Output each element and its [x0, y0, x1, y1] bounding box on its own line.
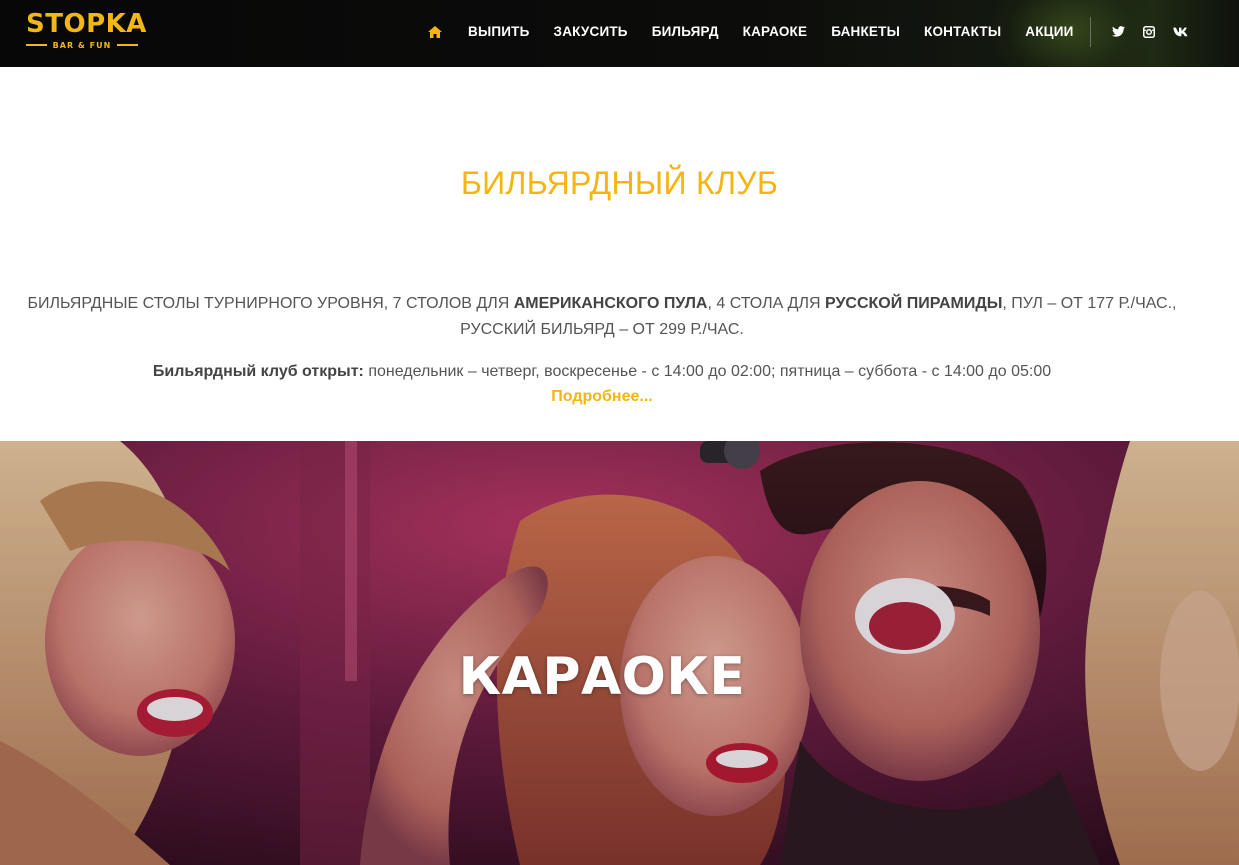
billiard-section: БИЛЬЯРДНЫЙ КЛУБ БИЛЬЯРДНЫЕ СТОЛЫ ТУРНИРН…	[0, 67, 1239, 441]
billiard-opening-hours: Бильярдный клуб открыт: понедельник – че…	[0, 363, 1204, 381]
description-highlight-russian-pyramid: РУССКОЙ ПИРАМИДЫ	[825, 295, 1003, 312]
instagram-icon	[1142, 25, 1155, 38]
hours-text: понедельник – четверг, воскресенье - с 1…	[363, 363, 1052, 380]
logo-line-right	[117, 44, 138, 46]
billiard-description: БИЛЬЯРДНЫЕ СТОЛЫ ТУРНИРНОГО УРОВНЯ, 7 СТ…	[20, 291, 1184, 343]
karaoke-section-title: КАРАОКЕ	[458, 647, 746, 707]
hours-label: Бильярдный клуб открыт:	[152, 363, 364, 380]
billiard-more-link[interactable]: Подробнее...	[0, 388, 1204, 406]
vk-icon	[1172, 27, 1187, 36]
nav-home[interactable]	[420, 25, 456, 38]
home-icon	[428, 25, 442, 38]
social-link-vk[interactable]	[1164, 27, 1198, 37]
site-header: STOPKA BAR & FUN ВЫПИТЬ ЗАКУСИТЬ БИЛЬЯРД…	[0, 0, 1239, 67]
nav-item-promos[interactable]: АКЦИИ	[1013, 24, 1085, 39]
nav-item-karaoke[interactable]: КАРАОКЕ	[731, 24, 820, 39]
nav-item-drink[interactable]: ВЫПИТЬ	[456, 24, 542, 39]
description-highlight-american-pool: АМЕРИКАНСКОГО ПУЛА	[513, 295, 708, 312]
logo-title: STOPKA	[26, 9, 147, 39]
karaoke-section: КАРАОКЕ	[0, 441, 1239, 865]
nav-item-billiard[interactable]: БИЛЬЯРД	[640, 24, 731, 39]
twitter-icon	[1111, 26, 1125, 37]
nav-divider	[1089, 16, 1091, 47]
logo-tagline: BAR & FUN	[26, 38, 138, 52]
nav-item-contacts[interactable]: КОНТАКТЫ	[912, 24, 1013, 39]
description-text: , 4 СТОЛА ДЛЯ	[707, 295, 826, 312]
main-nav: ВЫПИТЬ ЗАКУСИТЬ БИЛЬЯРД КАРАОКЕ БАНКЕТЫ …	[420, 0, 1198, 63]
nav-item-banquets[interactable]: БАНКЕТЫ	[819, 24, 912, 39]
logo-line-left	[26, 44, 47, 46]
site-logo[interactable]: STOPKA BAR & FUN	[26, 9, 147, 55]
social-link-instagram[interactable]	[1134, 25, 1164, 38]
social-link-twitter[interactable]	[1103, 26, 1134, 37]
nav-item-snack[interactable]: ЗАКУСИТЬ	[542, 24, 640, 39]
logo-subtitle: BAR & FUN	[52, 40, 112, 50]
description-text: БИЛЬЯРДНЫЕ СТОЛЫ ТУРНИРНОГО УРОВНЯ, 7 СТ…	[27, 295, 514, 312]
billiard-section-title: БИЛЬЯРДНЫЙ КЛУБ	[460, 165, 779, 201]
